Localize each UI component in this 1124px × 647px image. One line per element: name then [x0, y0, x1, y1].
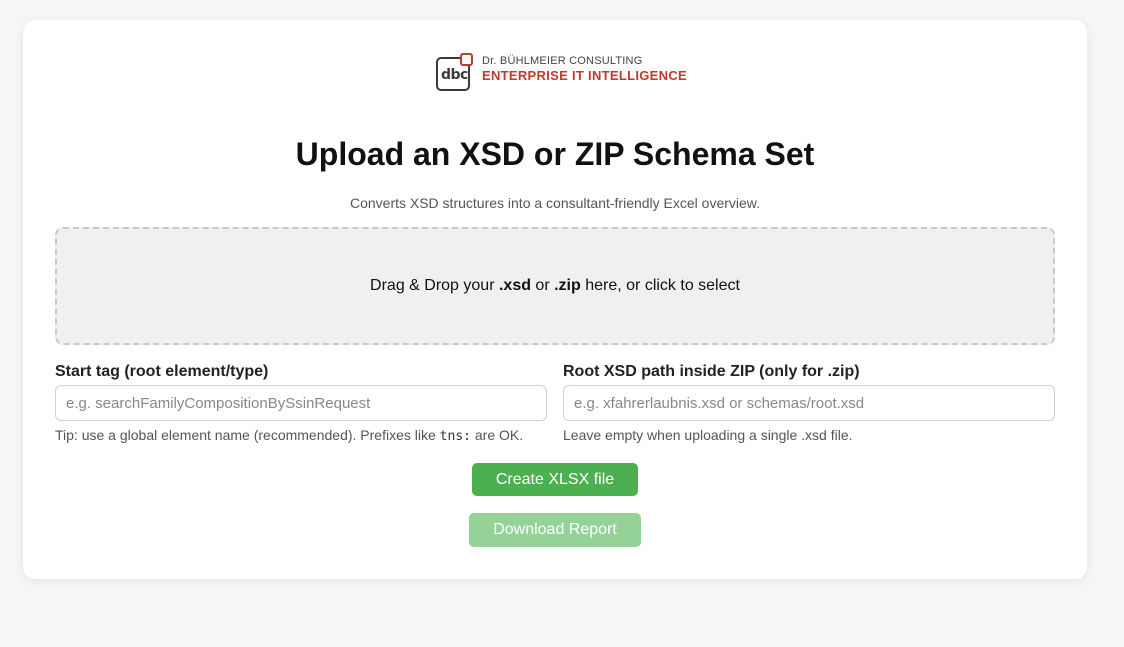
logo-mark-text: dbc [441, 67, 468, 83]
start-tag-label: Start tag (root element/type) [55, 363, 269, 380]
start-tag-input[interactable] [55, 385, 547, 421]
root-path-input[interactable] [563, 385, 1055, 421]
logo-text: Dr. BÜHLMEIER CONSULTING ENTERPRISE IT I… [482, 53, 687, 84]
start-tag-hint-prefix: Tip: use a global element name (recommen… [55, 427, 440, 443]
logo-subtitle: Dr. BÜHLMEIER CONSULTING [482, 55, 643, 67]
dropzone-or: or [530, 277, 555, 294]
logo-mark: dbc [436, 53, 476, 93]
file-dropzone[interactable]: Drag & Drop your .xsd or .zip here, or c… [55, 227, 1055, 345]
dropzone-text: Drag & Drop your .xsd or .zip here, or c… [370, 277, 740, 295]
start-tag-hint-code: tns: [439, 429, 471, 444]
start-tag-field: Start tag (root element/type) Tip: use a… [55, 361, 547, 444]
root-path-field: Root XSD path inside ZIP (only for .zip)… [563, 361, 1055, 443]
dropzone-prefix: Drag & Drop your [370, 277, 499, 294]
start-tag-hint: Tip: use a global element name (recommen… [55, 427, 547, 444]
upload-card: dbc Dr. BÜHLMEIER CONSULTING ENTERPRISE … [23, 20, 1087, 579]
page-title: Upload an XSD or ZIP Schema Set [295, 136, 815, 172]
dropzone-suffix: here, or click to select [580, 277, 740, 294]
download-report-button[interactable]: Download Report [469, 513, 641, 547]
root-path-label: Root XSD path inside ZIP (only for .zip) [563, 363, 860, 380]
company-logo: dbc Dr. BÜHLMEIER CONSULTING ENTERPRISE … [436, 53, 687, 93]
logo-tagline: ENTERPRISE IT INTELLIGENCE [482, 68, 687, 83]
page-subtitle: Converts XSD structures into a consultan… [349, 195, 761, 211]
dropzone-ext-xsd: .xsd [498, 277, 531, 294]
dropzone-ext-zip: .zip [554, 277, 581, 294]
create-xlsx-button[interactable]: Create XLSX file [472, 463, 638, 496]
logo-accent-square [460, 53, 473, 66]
start-tag-hint-suffix: are OK. [470, 427, 524, 443]
root-path-hint: Leave empty when uploading a single .xsd… [563, 427, 853, 443]
